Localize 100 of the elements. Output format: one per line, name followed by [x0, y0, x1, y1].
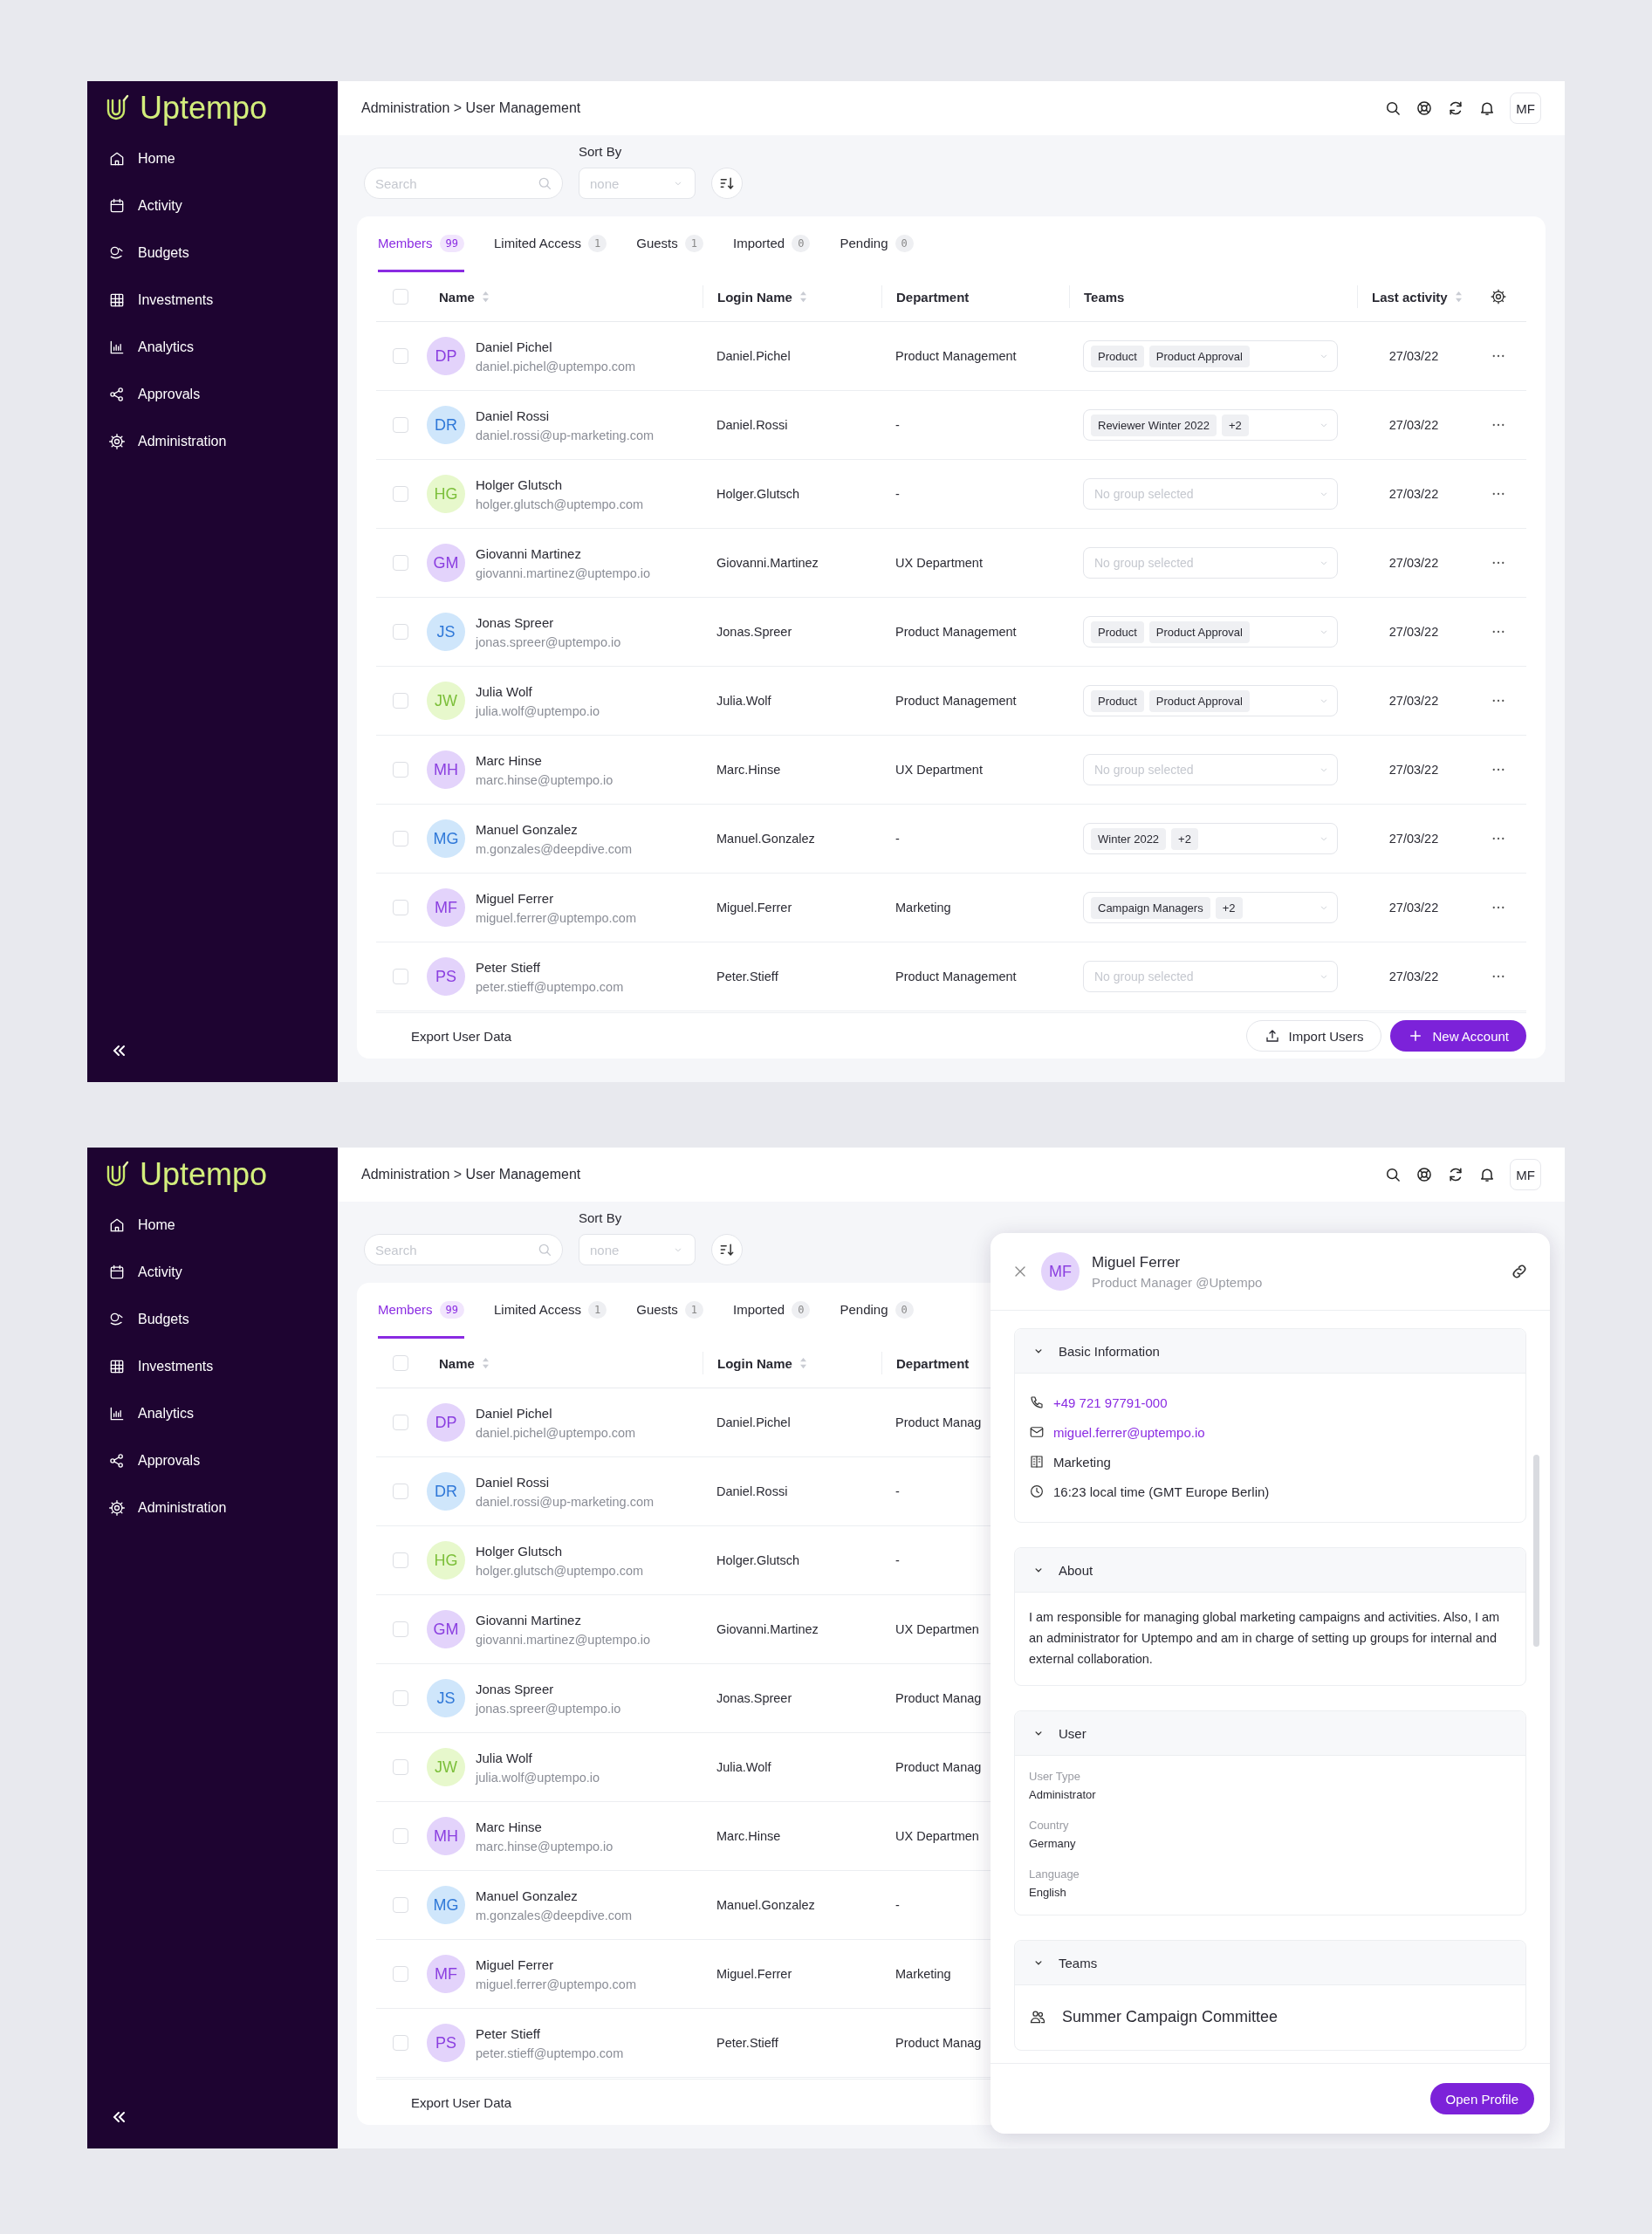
- nav-item[interactable]: Activity: [87, 1249, 338, 1296]
- search-icon[interactable]: [1384, 99, 1402, 117]
- export-link[interactable]: Export User Data: [376, 2094, 512, 2110]
- search-icon[interactable]: [1384, 1166, 1402, 1183]
- import-button[interactable]: Import Users: [1245, 1020, 1382, 1052]
- tab[interactable]: Limited Access 1: [493, 216, 607, 272]
- row-checkbox[interactable]: [393, 1759, 408, 1775]
- more-icon[interactable]: [1492, 630, 1505, 634]
- teams-dropdown[interactable]: Campaign Managers +2: [1083, 892, 1338, 923]
- section-header[interactable]: Basic Information: [1015, 1329, 1525, 1373]
- nav-item[interactable]: Analytics: [87, 1390, 338, 1437]
- more-icon[interactable]: [1492, 768, 1505, 771]
- nav-item[interactable]: Analytics: [87, 324, 338, 371]
- tab[interactable]: Imported 0: [733, 1283, 811, 1339]
- sort-order-button[interactable]: [711, 168, 743, 199]
- avatar: JS: [427, 613, 465, 651]
- more-icon[interactable]: [1492, 837, 1505, 840]
- column-header: Name: [439, 1355, 475, 1371]
- teams-dropdown[interactable]: Winter 2022 +2: [1083, 823, 1338, 854]
- nav-item[interactable]: Investments: [87, 1343, 338, 1390]
- sort-icon[interactable]: [799, 291, 807, 303]
- count-badge: 0: [792, 234, 811, 252]
- tab[interactable]: Guests 1: [636, 216, 703, 272]
- user-avatar[interactable]: MF: [1510, 93, 1541, 124]
- sort-icon[interactable]: [481, 1357, 490, 1369]
- row-checkbox[interactable]: [393, 486, 408, 502]
- table-cell: 27/03/22: [1388, 418, 1439, 432]
- row-checkbox[interactable]: [393, 1690, 408, 1706]
- sort-order-button[interactable]: [711, 1234, 743, 1265]
- more-icon[interactable]: [1492, 492, 1505, 496]
- row-checkbox[interactable]: [393, 1828, 408, 1844]
- teams-dropdown[interactable]: Reviewer Winter 2022 +2: [1083, 409, 1338, 441]
- tab[interactable]: Pending 0: [840, 1283, 914, 1339]
- scrollbar[interactable]: [1533, 1455, 1539, 1647]
- row-checkbox[interactable]: [393, 624, 408, 640]
- help-icon[interactable]: [1416, 99, 1433, 117]
- contact-link[interactable]: miguel.ferrer@uptempo.io: [1053, 1424, 1205, 1440]
- row-checkbox[interactable]: [393, 693, 408, 709]
- more-icon[interactable]: [1492, 975, 1505, 978]
- tab[interactable]: Limited Access 1: [493, 1283, 607, 1339]
- row-checkbox[interactable]: [393, 831, 408, 846]
- table-cell: Product Manag: [895, 1415, 982, 1429]
- nav-item[interactable]: Administration: [87, 1484, 338, 1532]
- nav-item[interactable]: Administration: [87, 418, 338, 465]
- row-checkbox[interactable]: [393, 1966, 408, 1982]
- more-icon[interactable]: [1492, 906, 1505, 909]
- more-icon[interactable]: [1492, 354, 1505, 358]
- tab[interactable]: Imported 0: [733, 216, 811, 272]
- row-checkbox[interactable]: [393, 555, 408, 571]
- nav-item[interactable]: Approvals: [87, 371, 338, 418]
- teams-dropdown[interactable]: Product Product Approval: [1083, 616, 1338, 648]
- row-checkbox[interactable]: [393, 1621, 408, 1637]
- section-title: Basic Information: [1059, 1343, 1160, 1359]
- nav-item[interactable]: Approvals: [87, 1437, 338, 1484]
- row-checkbox[interactable]: [393, 1897, 408, 1913]
- section-header[interactable]: Teams: [1015, 1941, 1525, 1984]
- row-checkbox[interactable]: [393, 900, 408, 915]
- sort-icon[interactable]: [1454, 291, 1463, 303]
- nav-item[interactable]: Budgets: [87, 1296, 338, 1343]
- settings-icon[interactable]: [1490, 288, 1507, 305]
- open-profile-button[interactable]: Open Profile: [1429, 2083, 1534, 2114]
- search-field[interactable]: Search: [364, 168, 563, 199]
- tab[interactable]: Members 99: [378, 1283, 464, 1339]
- refresh-icon[interactable]: [1447, 1166, 1464, 1183]
- table-cell: Product Manag: [895, 2036, 982, 2050]
- export-link[interactable]: Export User Data: [376, 1028, 512, 1044]
- more-icon[interactable]: [1492, 561, 1505, 565]
- row-checkbox[interactable]: [393, 1484, 408, 1499]
- help-icon[interactable]: [1416, 1166, 1433, 1183]
- nav-item[interactable]: Home: [87, 135, 338, 182]
- contact-link[interactable]: +49 721 97791-000: [1053, 1395, 1168, 1410]
- row-checkbox[interactable]: [393, 1415, 408, 1430]
- sort-icon[interactable]: [799, 1357, 807, 1369]
- row-checkbox[interactable]: [393, 348, 408, 364]
- more-icon[interactable]: [1492, 423, 1505, 427]
- row-checkbox[interactable]: [393, 417, 408, 433]
- select-all-checkbox[interactable]: [393, 1355, 408, 1371]
- tab[interactable]: Members 99: [378, 216, 464, 272]
- search-field[interactable]: Search: [364, 1234, 563, 1265]
- user-avatar[interactable]: MF: [1510, 1159, 1541, 1190]
- section-header[interactable]: About: [1015, 1548, 1525, 1592]
- new-account-button[interactable]: New Account: [1390, 1020, 1526, 1052]
- more-icon[interactable]: [1492, 699, 1505, 702]
- nav-item[interactable]: Budgets: [87, 230, 338, 277]
- teams-dropdown[interactable]: Product Product Approval: [1083, 685, 1338, 716]
- row-checkbox[interactable]: [393, 969, 408, 984]
- nav-item[interactable]: Investments: [87, 277, 338, 324]
- select-all-checkbox[interactable]: [393, 289, 408, 305]
- section-header[interactable]: User: [1015, 1711, 1525, 1755]
- tab[interactable]: Pending 0: [840, 216, 914, 272]
- tab[interactable]: Guests 1: [636, 1283, 703, 1339]
- nav-item[interactable]: Home: [87, 1202, 338, 1249]
- row-checkbox[interactable]: [393, 1552, 408, 1568]
- avatar: GM: [427, 1610, 465, 1648]
- row-checkbox[interactable]: [393, 762, 408, 778]
- sort-icon[interactable]: [481, 291, 490, 303]
- row-checkbox[interactable]: [393, 2035, 408, 2051]
- nav-item[interactable]: Activity: [87, 182, 338, 230]
- refresh-icon[interactable]: [1447, 99, 1464, 117]
- teams-dropdown[interactable]: Product Product Approval: [1083, 340, 1338, 372]
